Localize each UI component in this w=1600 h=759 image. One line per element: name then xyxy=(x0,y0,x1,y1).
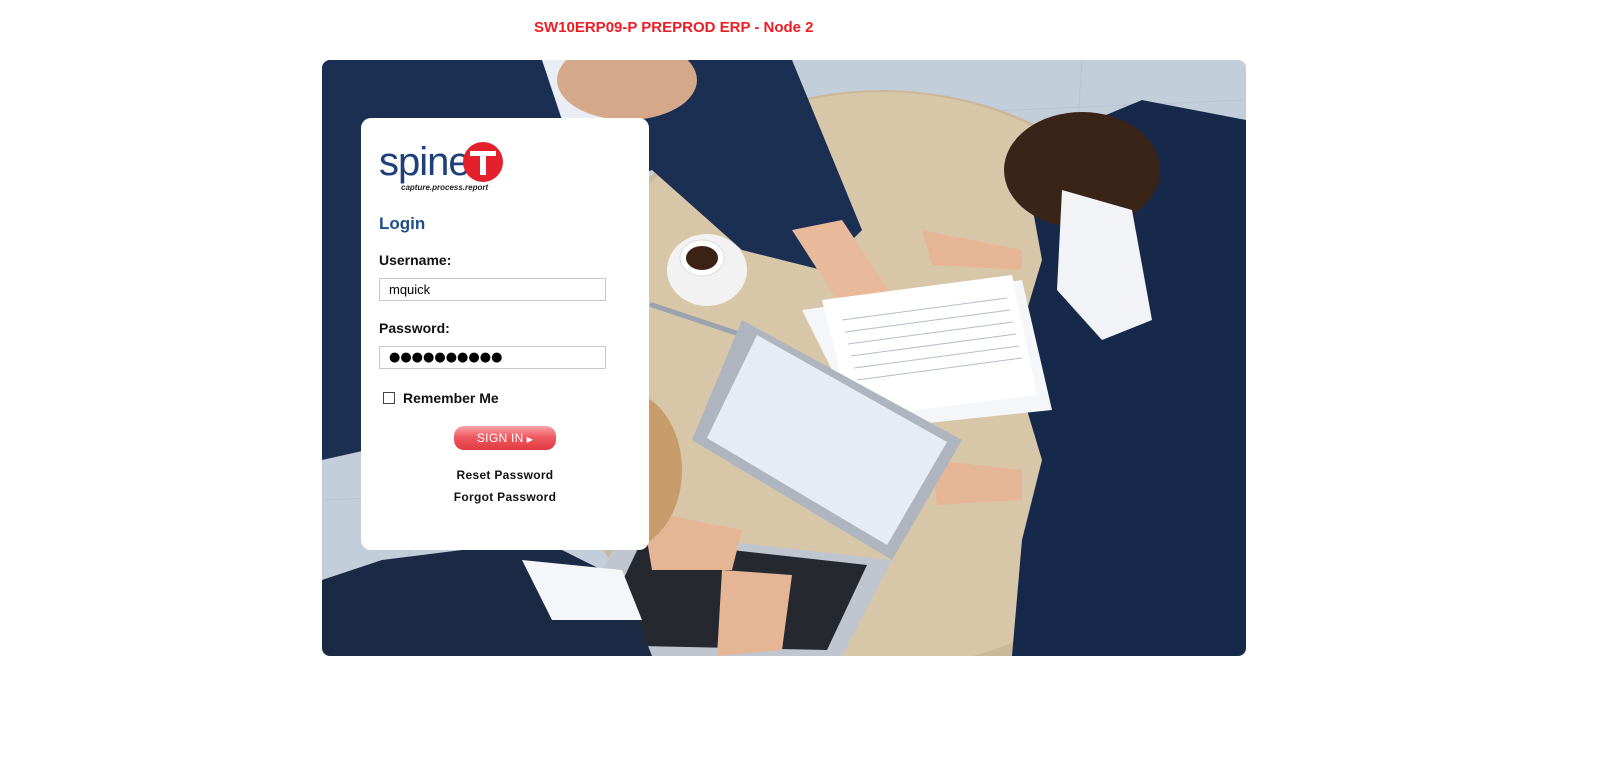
logo-tagline: capture.process.report xyxy=(401,183,489,192)
login-heading: Login xyxy=(379,214,426,233)
sign-in-label: SIGN IN xyxy=(476,431,524,445)
password-label: Password: xyxy=(379,320,450,336)
password-input[interactable]: ●●●●●●●●●● xyxy=(379,346,606,369)
remember-me-row[interactable]: Remember Me xyxy=(383,390,499,406)
logo-t-badge-icon xyxy=(463,142,503,182)
remember-me-checkbox[interactable] xyxy=(383,392,395,404)
play-arrow-icon: ▶ xyxy=(526,435,534,444)
logo-wordmark: spine xyxy=(379,140,471,184)
reset-password-link[interactable]: Reset Password xyxy=(361,468,649,482)
sign-in-button[interactable]: SIGN IN ▶ xyxy=(454,426,556,450)
login-card: spine capture.process.report Login Usern… xyxy=(361,118,649,550)
environment-title: SW10ERP09-P PREPROD ERP - Node 2 xyxy=(534,19,814,36)
remember-me-label[interactable]: Remember Me xyxy=(403,390,499,406)
login-page: SW10ERP09-P PREPROD ERP - Node 2 spine c… xyxy=(0,0,1600,759)
username-input[interactable]: mquick xyxy=(379,278,606,301)
username-label: Username: xyxy=(379,252,452,268)
forgot-password-link[interactable]: Forgot Password xyxy=(361,490,649,504)
spineit-logo: spine capture.process.report xyxy=(379,140,509,196)
